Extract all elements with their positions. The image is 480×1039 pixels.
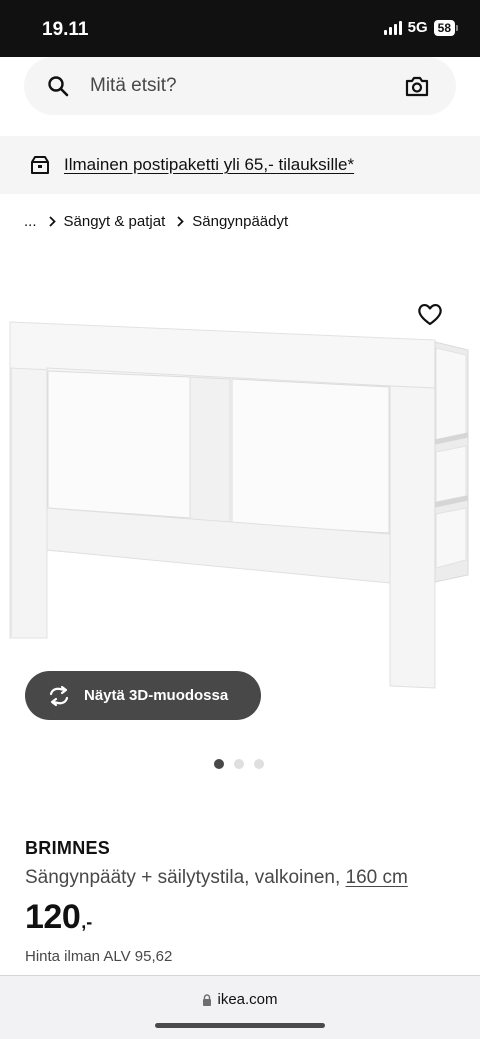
size-link[interactable]: 160 cm	[346, 867, 408, 888]
promo-banner[interactable]: Ilmainen postipaketti yli 65,- tilauksil…	[0, 136, 480, 194]
breadcrumb-item-beds[interactable]: Sängyt & patjat	[64, 213, 166, 230]
search-section	[0, 57, 480, 127]
product-image[interactable]	[0, 300, 480, 700]
price: 120 ,-	[25, 898, 92, 937]
status-time: 19.11	[42, 19, 89, 40]
view-3d-label: Näytä 3D-muodossa	[84, 687, 229, 704]
home-indicator[interactable]	[155, 1023, 325, 1028]
product-description-text: Sängynpääty + säilytystila, valkoinen,	[25, 867, 346, 888]
product-name: BRIMNES	[25, 838, 111, 858]
url-display[interactable]: ikea.com	[0, 991, 480, 1008]
promo-link[interactable]: Ilmainen postipaketti yli 65,- tilauksil…	[64, 155, 354, 175]
camera-icon[interactable]	[404, 73, 430, 99]
heart-icon[interactable]	[416, 300, 444, 328]
product-description: Sängynpääty + säilytystila, valkoinen, 1…	[25, 867, 408, 889]
breadcrumb-item-headboards[interactable]: Sängynpäädyt	[192, 213, 288, 230]
chevron-right-icon	[48, 216, 56, 227]
carousel-dot[interactable]	[214, 759, 224, 769]
search-input[interactable]	[90, 57, 390, 115]
price-value: 120	[25, 898, 81, 936]
carousel-indicator	[214, 759, 264, 769]
browser-address-bar[interactable]: ikea.com	[0, 975, 480, 1039]
rotate-3d-icon	[49, 685, 69, 706]
battery-icon: 58	[433, 19, 458, 36]
status-indicators: 5G 58	[383, 19, 458, 36]
view-3d-button[interactable]: Näytä 3D-muodossa	[25, 671, 261, 720]
carousel-dot[interactable]	[234, 759, 244, 769]
price-suffix: ,-	[81, 912, 93, 932]
price-without-vat: Hinta ilman ALV 95,62	[25, 948, 173, 965]
chevron-right-icon	[177, 216, 185, 227]
breadcrumb: ... Sängyt & patjat Sängynpäädyt	[24, 213, 288, 230]
breadcrumb-item-more[interactable]: ...	[24, 213, 37, 230]
signal-icon	[383, 20, 402, 35]
status-bar: 19.11 5G 58	[0, 0, 480, 57]
search-bar[interactable]	[24, 57, 456, 115]
lock-icon	[203, 993, 212, 1006]
parcel-icon	[31, 156, 49, 174]
search-icon	[48, 76, 69, 97]
network-type: 5G	[407, 19, 428, 36]
carousel-dot[interactable]	[254, 759, 264, 769]
url-text: ikea.com	[217, 991, 278, 1008]
battery-level: 58	[433, 19, 455, 36]
